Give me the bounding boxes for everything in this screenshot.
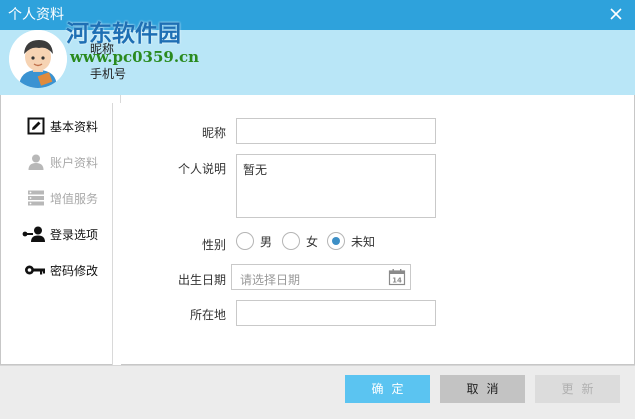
user-avatar[interactable]: [9, 30, 67, 88]
radio-label: 女: [306, 234, 319, 249]
location-label: 所在地: [189, 308, 226, 322]
edit-icon: [26, 117, 46, 135]
sidebar-item-value-added[interactable]: 增值服务: [26, 188, 98, 208]
sidebar-item-label: 登录选项: [50, 227, 99, 242]
nickname-label: 昵称: [201, 126, 226, 140]
radio-circle-checked[interactable]: [327, 232, 345, 250]
nickname-input[interactable]: [236, 118, 436, 144]
ok-button[interactable]: 确定: [345, 375, 430, 403]
sidebar-divider: [112, 103, 121, 365]
birthday-label: 出生日期: [177, 273, 226, 287]
birthday-placeholder: 请选择日期: [240, 273, 301, 287]
gender-radio-female[interactable]: 女: [282, 232, 318, 250]
sidebar-item-login-options[interactable]: 登录选项: [22, 224, 98, 244]
header-nickname-label: 昵称: [90, 42, 115, 56]
title-bar: 个人资料: [0, 0, 635, 30]
intro-textarea[interactable]: 暂无: [236, 154, 436, 218]
gender-label: 性别: [201, 238, 226, 252]
sidebar-item-label: 增值服务: [50, 191, 99, 206]
header-phone-label: 手机号: [90, 67, 127, 81]
login-user-icon: [22, 225, 46, 243]
location-input[interactable]: [236, 300, 436, 326]
intro-label: 个人说明: [177, 162, 226, 176]
server-icon: [26, 189, 46, 207]
gender-radio-male[interactable]: 男: [236, 232, 272, 250]
radio-circle[interactable]: [236, 232, 254, 250]
avatar-illustration-icon: [9, 30, 67, 88]
window-title: 个人资料: [8, 7, 64, 23]
update-button[interactable]: 更新: [535, 375, 620, 403]
radio-circle[interactable]: [282, 232, 300, 250]
sidebar-item-label: 基本资料: [50, 119, 99, 134]
user-icon: [26, 153, 46, 171]
sidebar-item-label: 密码修改: [50, 263, 99, 278]
close-icon[interactable]: [607, 5, 625, 23]
calendar-icon[interactable]: 14: [388, 268, 406, 286]
sidebar-item-change-password[interactable]: 密码修改: [24, 260, 98, 280]
radio-label: 未知: [351, 234, 376, 249]
radio-label: 男: [260, 234, 273, 249]
gender-radio-unknown[interactable]: 未知: [327, 232, 375, 250]
sidebar-item-account-info[interactable]: 账户资料: [26, 152, 98, 172]
key-icon: [24, 261, 46, 279]
svg-text:14: 14: [392, 277, 402, 285]
sidebar-item-basic-info[interactable]: 基本资料: [26, 116, 98, 136]
sidebar-item-label: 账户资料: [50, 155, 99, 170]
birthday-date-picker[interactable]: 请选择日期 14: [231, 264, 411, 290]
cancel-button[interactable]: 取消: [440, 375, 525, 403]
